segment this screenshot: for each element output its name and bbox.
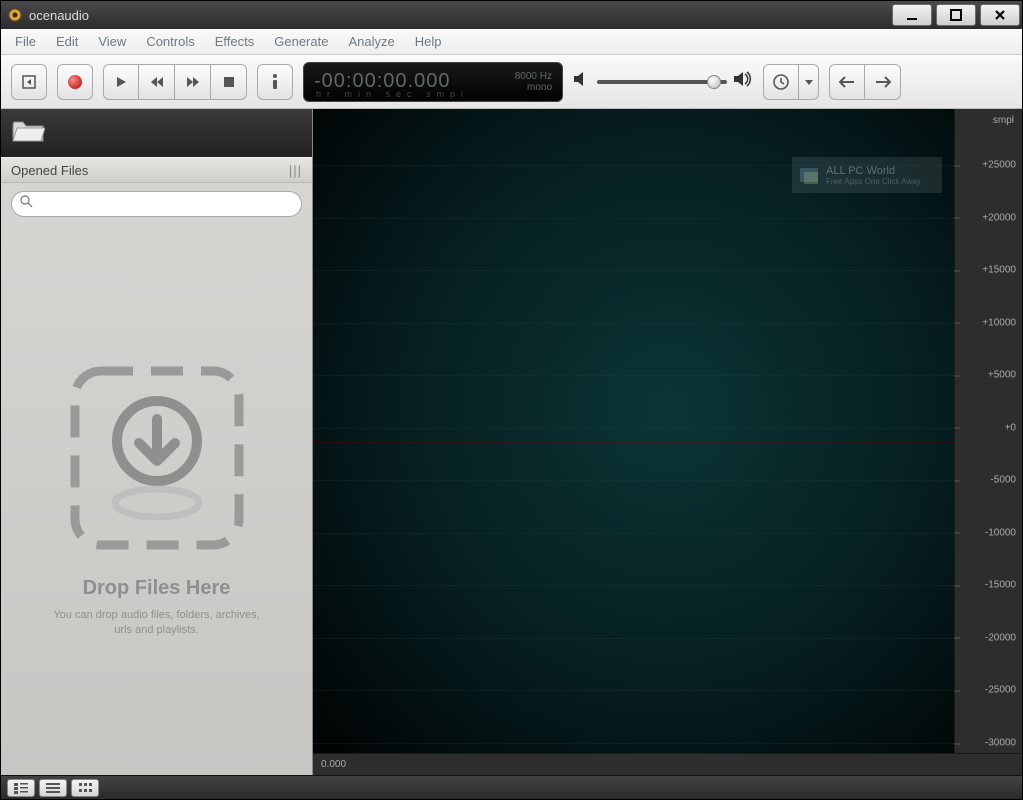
nav-group <box>829 64 901 100</box>
menu-view[interactable]: View <box>88 31 136 52</box>
y-tick: -5000 <box>990 475 1016 486</box>
search-icon <box>20 195 33 213</box>
maximize-button[interactable] <box>936 4 976 26</box>
volume-slider[interactable] <box>597 80 727 84</box>
watermark-title: ALL PC World <box>826 165 921 177</box>
search-box[interactable] <box>11 191 302 217</box>
x-ruler: 0.000 <box>313 753 1022 775</box>
volume-thumb[interactable] <box>707 75 721 89</box>
y-tick: -25000 <box>985 685 1016 696</box>
y-tick: -20000 <box>985 632 1016 643</box>
history-button[interactable] <box>763 64 799 100</box>
menu-generate[interactable]: Generate <box>264 31 338 52</box>
search-input[interactable] <box>33 197 293 211</box>
y-tick: +0 <box>1005 422 1016 433</box>
view-grid-button[interactable] <box>71 779 99 797</box>
sidebar-grip-icon[interactable]: ||| <box>289 163 302 178</box>
y-tick: +5000 <box>988 370 1016 381</box>
speaker-loud-icon <box>733 71 753 92</box>
sidebar-title: Opened Files <box>11 163 88 178</box>
minimize-button[interactable] <box>892 4 932 26</box>
y-ruler: smpl +25000 +20000 +15000 +10000 +5000 +0 -500… <box>954 109 1022 753</box>
y-tick: +10000 <box>982 317 1016 328</box>
search-row <box>1 183 312 225</box>
sample-rate: 8000 Hz <box>515 71 552 82</box>
y-tick: -30000 <box>985 738 1016 749</box>
history-dropdown-button[interactable] <box>799 64 819 100</box>
channel-mode: mono <box>515 82 552 93</box>
content-area: Opened Files ||| <box>1 109 1022 775</box>
menu-analyze[interactable]: Analyze <box>338 31 404 52</box>
y-tick: +25000 <box>982 160 1016 171</box>
drop-title: Drop Files Here <box>83 577 231 600</box>
statusbar <box>1 775 1022 799</box>
stop-button[interactable] <box>211 64 247 100</box>
x-start-label: 0.000 <box>321 759 346 770</box>
view-list-button[interactable] <box>39 779 67 797</box>
waveform-canvas[interactable]: ALL PC World Free Apps One Click Away sm… <box>313 109 1022 775</box>
folder-icon[interactable] <box>11 117 45 150</box>
menu-edit[interactable]: Edit <box>46 31 88 52</box>
toolbar: -00:00:00.000 8000 Hz mono hr min sec sm… <box>1 55 1022 109</box>
nav-back-button[interactable] <box>829 64 865 100</box>
time-display: -00:00:00.000 8000 Hz mono hr min sec sm… <box>303 62 563 102</box>
info-button[interactable] <box>257 64 293 100</box>
toggle-sidepanel-button[interactable] <box>11 64 47 100</box>
dropzone[interactable]: Drop Files Here You can drop audio files… <box>1 225 312 775</box>
y-tick: -10000 <box>985 527 1016 538</box>
titlebar: ocenaudio <box>1 1 1022 29</box>
sidebar: Opened Files ||| <box>1 109 313 775</box>
volume-control <box>573 71 753 92</box>
close-button[interactable] <box>980 4 1020 26</box>
sidebar-header <box>1 109 312 157</box>
watermark-sub: Free Apps One Click Away <box>826 177 921 186</box>
play-button[interactable] <box>103 64 139 100</box>
speaker-mute-icon[interactable] <box>573 71 591 92</box>
y-unit-label: smpl <box>993 115 1014 126</box>
time-meta: 8000 Hz mono <box>515 71 552 93</box>
drop-frame-icon <box>67 363 247 553</box>
history-zoom-group <box>763 64 819 100</box>
menubar: File Edit View Controls Effects Generate… <box>1 29 1022 55</box>
window-title: ocenaudio <box>29 8 890 23</box>
y-tick: +15000 <box>982 265 1016 276</box>
watermark-icon <box>798 164 820 186</box>
time-units: hr min sec smpl <box>316 89 469 99</box>
record-button[interactable] <box>57 64 93 100</box>
menu-effects[interactable]: Effects <box>205 31 265 52</box>
menu-controls[interactable]: Controls <box>136 31 204 52</box>
rewind-button[interactable] <box>139 64 175 100</box>
app-window: ocenaudio File Edit View Controls Effect… <box>0 0 1023 800</box>
record-icon <box>68 75 82 89</box>
menu-help[interactable]: Help <box>405 31 452 52</box>
drop-subtitle: You can drop audio files, folders, archi… <box>47 608 267 638</box>
transport-group <box>103 64 247 100</box>
nav-forward-button[interactable] <box>865 64 901 100</box>
view-detailed-button[interactable] <box>7 779 35 797</box>
forward-button[interactable] <box>175 64 211 100</box>
y-tick: -15000 <box>985 580 1016 591</box>
watermark-text: ALL PC World Free Apps One Click Away <box>826 165 921 186</box>
menu-file[interactable]: File <box>5 31 46 52</box>
watermark: ALL PC World Free Apps One Click Away <box>792 157 942 193</box>
sidebar-title-row: Opened Files ||| <box>1 157 312 183</box>
y-tick: +20000 <box>982 212 1016 223</box>
app-icon <box>7 7 23 23</box>
